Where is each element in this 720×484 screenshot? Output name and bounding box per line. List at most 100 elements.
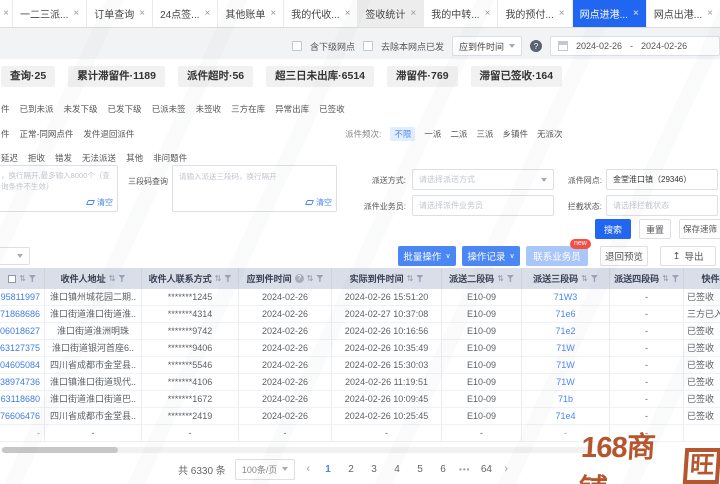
expected-time-column-header[interactable]: 应到件时间?⇅ [239,268,332,289]
batch-operations-button[interactable]: 批量操作∨ [398,246,456,266]
waybill-link[interactable]: 63127375 [0,340,45,357]
export-button[interactable]: ↥ 导出 [660,246,716,266]
table-row[interactable]: 63118680淮口街道淮口街道巴..*******16722024-02-26… [0,391,720,408]
filter-item[interactable]: 错发 [55,152,72,164]
sort-icon[interactable]: ⇅ [109,274,116,283]
close-icon[interactable]: × [707,8,713,19]
waybill-link[interactable]: 06018627 [0,323,45,340]
tab-order-query[interactable]: 订单查询× [86,0,152,27]
date-range-picker[interactable]: 2024-02-26 - 2024-02-26 [550,36,720,56]
exclude-sent-checkbox[interactable] [363,41,373,51]
filter-item[interactable]: 已派未签 [152,103,186,115]
filter-item[interactable]: 三方在库 [231,103,265,115]
waybill-link[interactable]: 95811997 [0,289,45,306]
stat-overtime[interactable]: 派件超时·56 [178,66,253,87]
tab-outbound[interactable]: 网点出港...× [646,0,720,27]
include-subsite-checkbox[interactable] [292,41,302,51]
segment3-link[interactable]: 71e2 [522,323,610,340]
filter-item[interactable]: 拒收 [28,152,45,164]
filter-item[interactable]: 未发下级 [64,103,98,115]
clear-segment-button[interactable]: 清空 [306,197,332,208]
page-2[interactable]: 2 [344,464,358,475]
clear-waybill-button[interactable]: 清空 [87,197,113,208]
filter-icon[interactable] [29,275,36,282]
waybill-link[interactable]: 71868686 [0,306,45,323]
filter-item[interactable]: 已到未派 [20,103,54,115]
select-all-dropdown[interactable] [0,247,30,265]
segment-input[interactable]: 请输入派送三段码，换行隔开 清空 [172,165,337,212]
tab-inbound-active[interactable]: 网点进港...× [572,0,646,27]
search-button[interactable]: 搜索 [595,219,631,239]
filter-item[interactable]: 发件退回派件 [83,128,134,140]
waybill-link[interactable]: 76606476 [0,408,45,425]
frequency-option[interactable]: 无派次 [537,128,563,140]
intercept-status-select[interactable]: 请选择拦截状态 [606,195,718,216]
page-size-select[interactable]: 100条/页 [235,459,296,480]
close-icon[interactable]: × [559,8,565,19]
prev-page-button[interactable]: ‹ [304,463,312,475]
filter-item[interactable]: 未签收 [196,103,222,115]
tab-my-transfer[interactable]: 我的中转...× [423,0,497,27]
filter-item[interactable]: 已发下级 [108,103,142,115]
segment3-link[interactable]: 71W3 [522,289,610,306]
filter-icon[interactable] [507,275,514,282]
page-64[interactable]: 64 [479,464,493,475]
segment3-link[interactable]: 71W [522,374,610,391]
page-1[interactable]: 1 [321,464,335,475]
sort-icon[interactable]: ⇅ [662,274,669,283]
dispatch-site-input[interactable]: 金堂淮口镇（29346） [606,169,718,190]
page-6[interactable]: 6 [436,464,450,475]
segment3-column-header[interactable]: 派送三段码⇅ [522,268,610,289]
waybill-column-header[interactable]: ⇅ [0,268,45,289]
filter-icon[interactable] [316,275,323,282]
table-row[interactable]: 76606476四川省成都市金堂县..*******24192024-02-26… [0,408,720,425]
sort-icon[interactable]: ⇅ [497,274,504,283]
segment3-link[interactable]: 71b [522,391,610,408]
close-icon[interactable]: × [73,8,79,19]
segment3-link[interactable]: 71e4 [522,408,610,425]
filter-item[interactable]: 已签收 [319,103,345,115]
segment2-column-header[interactable]: 派送二段码⇅ [442,268,522,289]
courier-select[interactable]: 请选择派件业务员 [412,195,554,216]
waybill-link[interactable]: 38974736 [0,374,45,391]
actual-time-column-header[interactable]: 实际到件时间⇅ [332,268,442,289]
frequency-option[interactable]: 一派 [424,128,441,140]
frequency-option[interactable]: 二派 [450,128,467,140]
sort-icon[interactable]: ⇅ [407,274,414,283]
tab-other-bills[interactable]: 其他账单× [217,0,283,27]
filter-item[interactable]: 非问题件 [153,152,187,164]
close-icon[interactable]: × [410,8,416,19]
filter-item[interactable]: 件 [1,128,10,140]
tab-my-cod[interactable]: 我的代收...× [283,0,357,27]
stat-3day-not-out[interactable]: 超三日未出库·6514 [266,66,374,87]
sort-icon[interactable]: ⇅ [307,274,314,283]
tab-24-sign[interactable]: 24点签...× [152,0,217,27]
filter-item[interactable]: 正常-同网点件 [20,128,74,140]
time-type-select[interactable]: 应到件时间 [452,36,522,56]
table-row[interactable]: 63127375淮口街道银河首座6..*******94062024-02-26… [0,340,720,357]
close-icon[interactable]: × [633,8,639,19]
scrollbar-thumb[interactable] [2,447,118,453]
more-pages-ellipsis[interactable]: ••• [459,465,470,474]
close-icon[interactable]: × [205,8,211,19]
sort-icon[interactable]: ⇅ [19,274,26,283]
filter-item[interactable]: 异常出库 [275,103,309,115]
expand-icon[interactable] [8,275,16,283]
filter-item[interactable]: 其他 [126,152,143,164]
close-icon[interactable]: × [345,8,351,19]
horizontal-scrollbar[interactable] [1,447,593,453]
return-preview-button[interactable]: 退回预览 [600,246,648,266]
page-4[interactable]: 4 [390,464,404,475]
waybill-link[interactable]: 63118680 [0,391,45,408]
close-icon[interactable]: × [270,8,276,19]
segment4-column-header[interactable]: 派送四段码⇅ [610,268,684,289]
table-row[interactable]: 04605084四川省成都市金堂县..*******55462024-02-26… [0,357,720,374]
table-row[interactable]: 71868686淮口街道淮口街道淮..*******43142024-02-26… [0,306,720,323]
waybill-link[interactable]: 04605084 [0,357,45,374]
reset-button[interactable]: 重置 [639,219,671,239]
filter-icon[interactable] [224,275,231,282]
address-column-header[interactable]: 收件人地址⇅ [45,268,142,289]
sort-icon[interactable]: ⇅ [215,274,222,283]
operation-records-button[interactable]: 操作记录∨ [462,246,520,266]
segment3-link[interactable]: 71W [522,357,610,374]
